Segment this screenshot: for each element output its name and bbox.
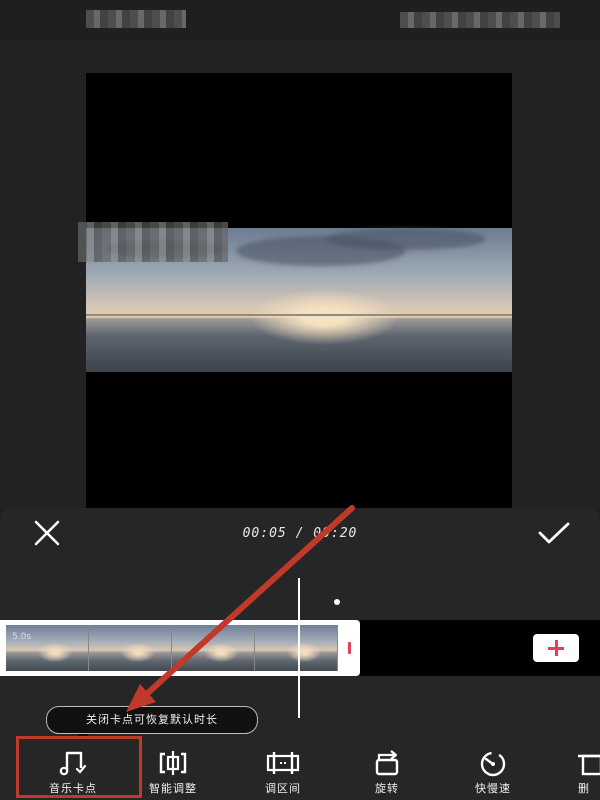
tool-speed[interactable]: 快慢速 (448, 742, 538, 798)
smart-adjust-icon (159, 751, 187, 775)
clip-thumbnails (6, 625, 338, 671)
trim-handle[interactable] (343, 620, 355, 676)
time-display: 00:05 / 00:20 (242, 526, 358, 541)
tool-label: 旋转 (375, 782, 399, 795)
clip-duration-label: 5.0s (12, 632, 32, 642)
confirm-button[interactable] (536, 518, 572, 548)
add-clip-button[interactable] (533, 634, 579, 662)
clip-thumbnail (255, 625, 338, 671)
trim-handle-grip (348, 642, 351, 654)
speed-icon (480, 751, 506, 777)
tool-label: 快慢速 (475, 782, 511, 795)
tool-label: 调区间 (265, 782, 301, 795)
tool-rotate[interactable]: 旋转 (342, 742, 432, 798)
range-adjust-icon (266, 752, 300, 774)
pixelated-title (86, 10, 186, 28)
top-bar (0, 0, 600, 40)
rotate-icon (375, 750, 399, 776)
tool-label: 删 (578, 782, 590, 795)
check-icon (538, 522, 570, 544)
clip-thumbnail (89, 625, 172, 671)
time-current: 00:05 (242, 526, 287, 541)
clip-strip[interactable] (0, 620, 360, 676)
delete-icon (578, 754, 600, 776)
clip-thumbnail (172, 625, 255, 671)
pixelated-status (400, 12, 560, 28)
tool-delete[interactable]: 删 (560, 742, 600, 798)
pixelated-watermark (78, 222, 228, 262)
beat-marker (334, 599, 340, 605)
tooltip: 关闭卡点可恢复默认时长 (46, 706, 258, 740)
tool-range-adjust[interactable]: 调区间 (238, 742, 328, 798)
video-preview[interactable] (86, 73, 512, 510)
playhead[interactable] (298, 578, 300, 718)
annotation-highlight-box (16, 736, 142, 798)
time-total: 00:20 (313, 526, 358, 541)
